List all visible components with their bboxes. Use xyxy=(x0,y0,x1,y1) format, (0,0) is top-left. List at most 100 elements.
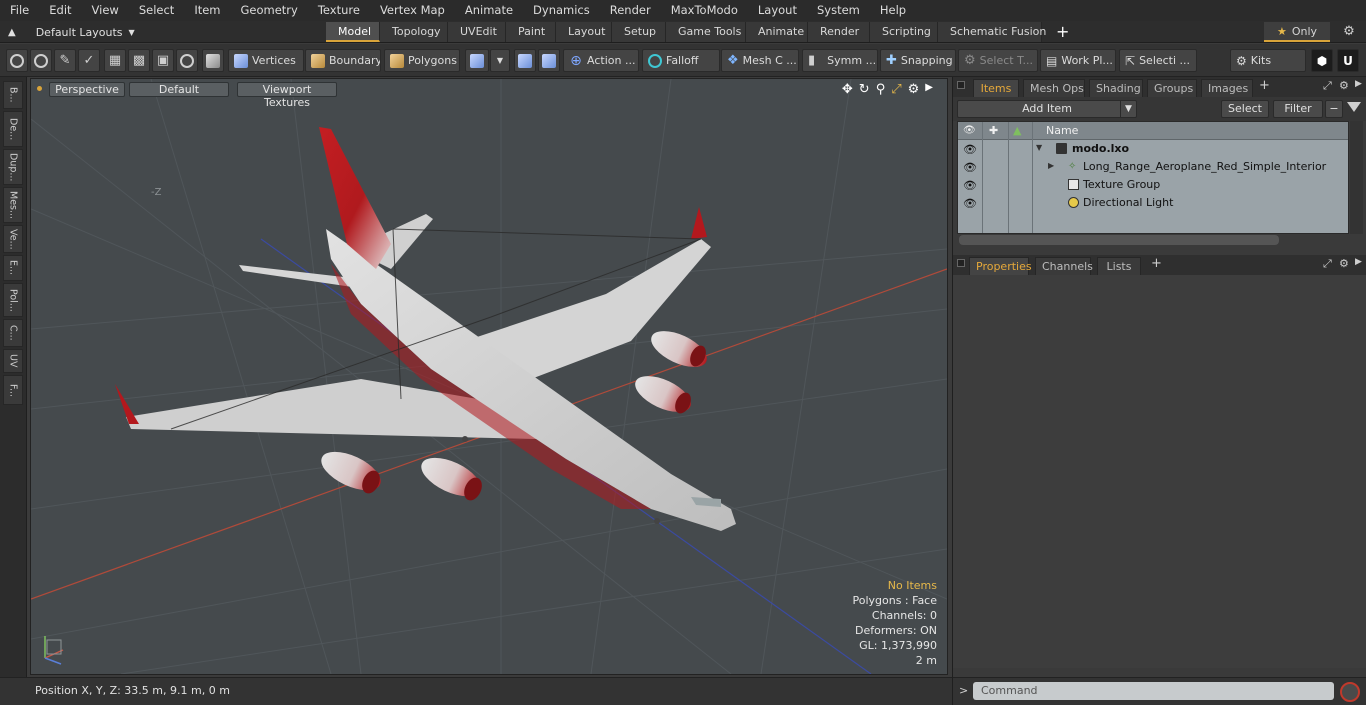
tab-properties[interactable]: Properties xyxy=(969,257,1032,275)
expand-triangle-icon[interactable]: ▼ xyxy=(1036,143,1042,152)
tab-animate[interactable]: Animate xyxy=(746,22,808,42)
left-tab-basic[interactable]: B... xyxy=(3,81,23,109)
menu-maxtomodo[interactable]: MaxToModo xyxy=(661,0,748,21)
tab-items[interactable]: Items xyxy=(973,79,1019,97)
tab-paint[interactable]: Paint xyxy=(506,22,556,42)
left-tab-mesh-edit[interactable]: Mes... xyxy=(3,187,23,223)
tree-row[interactable]: 👁 ▶ ✧ Long_Range_Aeroplane_Red_Simple_In… xyxy=(958,158,1348,176)
tab-setup[interactable]: Setup xyxy=(612,22,666,42)
menu-vertex-map[interactable]: Vertex Map xyxy=(370,0,455,21)
work-plane-button[interactable]: ▤ Work Pl... xyxy=(1040,49,1116,72)
add-tab-icon[interactable]: + xyxy=(1151,256,1162,271)
tab-render[interactable]: Render xyxy=(808,22,870,42)
left-tab-edge[interactable]: E... xyxy=(3,255,23,281)
menu-dynamics[interactable]: Dynamics xyxy=(523,0,600,21)
play-arrow-icon[interactable]: ▶ xyxy=(925,82,933,97)
command-input[interactable]: Command xyxy=(973,682,1334,700)
left-tab-deform[interactable]: De... xyxy=(3,111,23,147)
left-tab-vertex[interactable]: Ve... xyxy=(3,225,23,253)
add-tab-icon[interactable]: + xyxy=(1259,78,1270,93)
selection-sets-button[interactable]: ⇱ Selecti ... xyxy=(1119,49,1197,72)
play-arrow-icon[interactable]: ▶ xyxy=(1355,257,1362,267)
expand-icon[interactable]: ⤢ xyxy=(1323,79,1332,93)
tab-images[interactable]: Images xyxy=(1201,79,1253,97)
menu-view[interactable]: View xyxy=(82,0,129,21)
tab-game-tools[interactable]: Game Tools xyxy=(666,22,746,42)
frame-button[interactable]: ▣ xyxy=(152,49,174,72)
expand-icon[interactable]: ⤢ xyxy=(1323,257,1332,271)
tab-shading[interactable]: Shading xyxy=(1089,79,1143,97)
tab-model[interactable]: Model xyxy=(326,22,380,42)
gear-icon[interactable]: ⚙ xyxy=(1339,79,1349,92)
tab-schematic-fusion[interactable]: Schematic Fusion xyxy=(938,22,1046,42)
eye-icon[interactable]: 👁 xyxy=(963,143,977,156)
menu-layout[interactable]: Layout xyxy=(748,0,807,21)
view-mode-dropdown[interactable]: Perspective xyxy=(49,82,125,97)
material-button[interactable] xyxy=(465,49,489,72)
move-icon[interactable]: ✥ xyxy=(842,82,853,97)
select-button[interactable]: Select xyxy=(1221,100,1269,118)
menu-animate[interactable]: Animate xyxy=(455,0,523,21)
left-tab-fusion[interactable]: F... xyxy=(3,375,23,405)
pen-button[interactable]: ✎ xyxy=(54,49,76,72)
left-tab-duplicate[interactable]: Dup... xyxy=(3,149,23,185)
select-through-button[interactable]: ⚙ Select T... xyxy=(958,49,1038,72)
add-item-button[interactable]: Add Item ▼ xyxy=(957,100,1137,118)
tab-groups[interactable]: Groups xyxy=(1147,79,1197,97)
tab-uvedit[interactable]: UVEdit xyxy=(448,22,506,42)
only-toggle[interactable]: ★ Only xyxy=(1264,22,1330,42)
eye-icon[interactable]: 👁 xyxy=(963,179,977,192)
kits-button[interactable]: ⚙ Kits xyxy=(1230,49,1306,72)
menu-edit[interactable]: Edit xyxy=(39,0,81,21)
snapping-button[interactable]: ✚ Snapping xyxy=(880,49,956,72)
viewport-textures-dropdown[interactable]: Viewport Textures xyxy=(237,82,337,109)
tree-horizontal-scrollbar[interactable] xyxy=(959,235,1279,245)
symmetry-button[interactable]: ▮ Symm ... xyxy=(802,49,878,72)
gear-icon[interactable]: ⚙ xyxy=(1339,257,1349,270)
eye-icon[interactable]: 👁 xyxy=(963,197,977,210)
item-mode-button[interactable] xyxy=(202,49,224,72)
polygons-button[interactable]: Polygons xyxy=(384,49,460,72)
symmetry-b-button[interactable] xyxy=(538,49,560,72)
add-tab-icon[interactable]: + xyxy=(1056,22,1072,42)
menu-item[interactable]: Item xyxy=(184,0,230,21)
record-icon[interactable] xyxy=(1340,682,1360,702)
tree-row[interactable]: 👁 ▼ modo.lxo xyxy=(958,140,1348,158)
tab-lists[interactable]: Lists xyxy=(1097,257,1141,275)
menu-texture[interactable]: Texture xyxy=(308,0,370,21)
collapse-button[interactable]: − xyxy=(1325,100,1343,118)
unreal-button[interactable]: U xyxy=(1337,49,1359,72)
mesh-constraints-button[interactable]: ❖ Mesh C ... xyxy=(721,49,799,72)
falloff-button[interactable]: Falloff xyxy=(642,49,720,72)
tree-row[interactable]: 👁 Directional Light xyxy=(958,194,1348,212)
menu-file[interactable]: File xyxy=(0,0,39,21)
eye-icon[interactable]: 👁 xyxy=(963,161,977,174)
brush-button[interactable]: ✓ xyxy=(78,49,100,72)
globe-button[interactable] xyxy=(30,49,52,72)
3d-viewport[interactable]: Perspective Default Viewport Textures ✥ … xyxy=(30,78,948,675)
left-tab-curve[interactable]: C... xyxy=(3,319,23,347)
grid-button[interactable]: ▩ xyxy=(128,49,150,72)
maximize-icon[interactable]: ⤢ xyxy=(891,82,901,97)
tree-row[interactable]: 👁 Texture Group xyxy=(958,176,1348,194)
menu-geometry[interactable]: Geometry xyxy=(231,0,308,21)
tab-topology[interactable]: Topology xyxy=(380,22,448,42)
boundary-button[interactable]: Boundary xyxy=(305,49,381,72)
symmetry-a-button[interactable] xyxy=(514,49,536,72)
menu-help[interactable]: Help xyxy=(870,0,916,21)
rotate-icon[interactable]: ↻ xyxy=(859,82,870,97)
funnel-icon[interactable] xyxy=(1347,102,1361,112)
menu-render[interactable]: Render xyxy=(600,0,661,21)
filter-button[interactable]: Filter xyxy=(1273,100,1323,118)
unity-button[interactable]: ⬢ xyxy=(1311,49,1333,72)
select-mode-button[interactable] xyxy=(6,49,28,72)
material-dropdown[interactable]: ▼ xyxy=(490,49,510,72)
tab-layout[interactable]: Layout xyxy=(556,22,612,42)
vertices-button[interactable]: Vertices xyxy=(228,49,304,72)
shading-dropdown[interactable]: Default xyxy=(129,82,229,97)
zoom-icon[interactable]: ⚲ xyxy=(876,82,886,97)
expand-triangle-icon[interactable]: ▶ xyxy=(1048,161,1054,170)
tree-vertical-scrollbar[interactable] xyxy=(1350,121,1363,234)
name-column-header[interactable]: Name xyxy=(1046,124,1078,137)
tab-scripting[interactable]: Scripting xyxy=(870,22,938,42)
